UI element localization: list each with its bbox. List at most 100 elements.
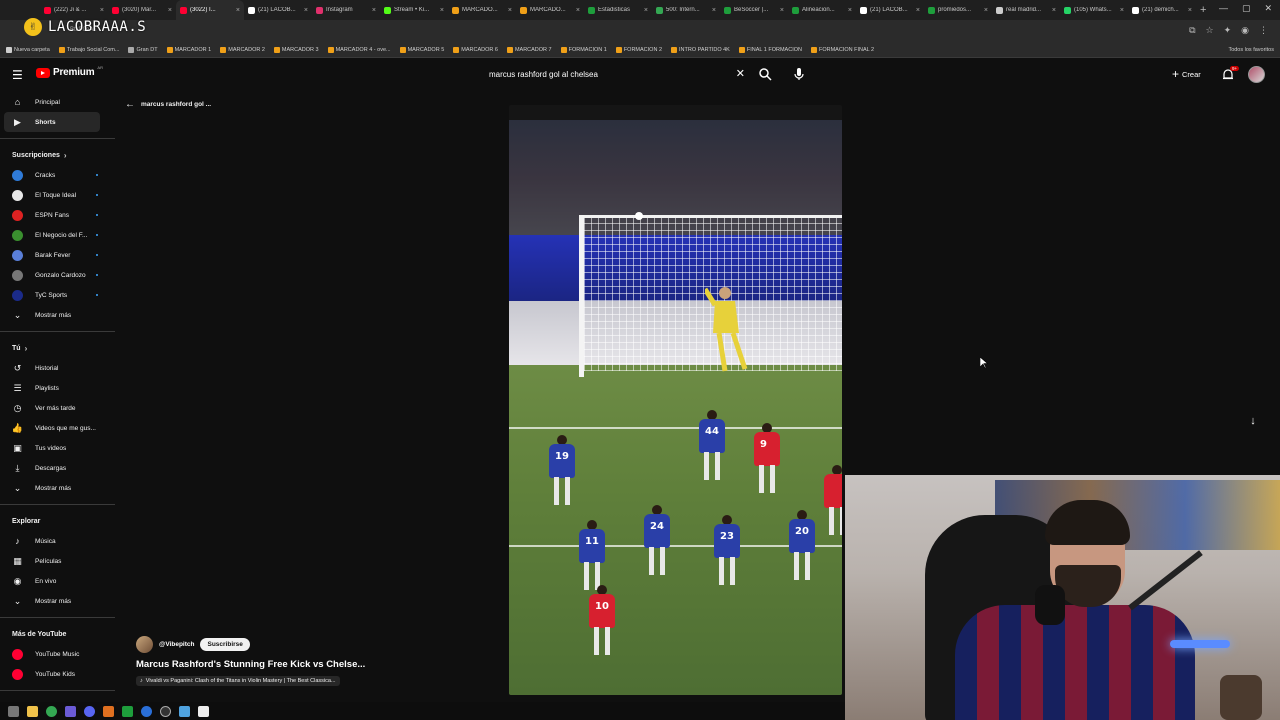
browser-tab[interactable]: Estadisticas × — [584, 0, 652, 20]
sidebar-item[interactable]: ⌄ Mostrar más — [0, 305, 115, 325]
tab-close-icon[interactable]: × — [576, 7, 580, 14]
create-button[interactable]: + Crear — [1172, 67, 1201, 81]
sidebar-item[interactable]: ⌄ Mostrar más — [0, 478, 115, 498]
tab-close-icon[interactable]: × — [440, 7, 444, 14]
bookmark-item[interactable]: Nueva carpeta — [6, 46, 50, 53]
sidebar-item[interactable]: ◉ En vivo — [0, 571, 115, 591]
sidebar-item[interactable]: ☰ Playlists — [0, 378, 115, 398]
browser-tab[interactable]: (21) LACOB... × — [856, 0, 924, 20]
bookmark-item[interactable]: MARCADOR 7 — [506, 46, 552, 53]
tab-close-icon[interactable]: × — [372, 7, 376, 14]
sidebar-item[interactable]: ♪ Música — [0, 531, 115, 551]
minimize-button[interactable]: — — [1219, 3, 1228, 14]
sidebar-item[interactable]: ◷ Ver más tarde — [0, 398, 115, 418]
folder-icon[interactable] — [27, 705, 38, 717]
browser-tab[interactable]: Alineacion... × — [788, 0, 856, 20]
sidebar-item[interactable]: ▣ Tus videos — [0, 438, 115, 458]
bookmark-item[interactable]: MARCADOR 1 — [166, 46, 211, 53]
youtube-logo[interactable]: Premium AR — [36, 65, 103, 78]
explore-header[interactable]: Explorar — [0, 511, 115, 531]
sidebar-item[interactable]: ▶ Shorts — [4, 112, 100, 132]
channel-avatar[interactable] — [136, 636, 153, 653]
search-value[interactable]: marcus rashford gol al chelsea — [489, 70, 598, 79]
sidebar-item[interactable]: ↺ Historial — [0, 358, 115, 378]
browser-tab[interactable]: (3022) I... × — [176, 0, 244, 20]
profile-icon[interactable]: ◉ — [1241, 25, 1249, 36]
search-icon[interactable] — [758, 67, 772, 81]
sidebar-item[interactable]: YouTube Music — [0, 644, 115, 664]
address-bar[interactable]: BtkP0eAk ⧉ ☆ ✦ ◉ ⋮ — [0, 20, 1280, 42]
sidebar-item[interactable]: ESPN Fans — [0, 205, 115, 225]
browser-tab[interactable]: Instagram × — [312, 0, 380, 20]
tab-close-icon[interactable]: × — [304, 7, 308, 14]
start-icon[interactable] — [8, 705, 19, 717]
tab-close-icon[interactable]: × — [712, 7, 716, 14]
bookmark-item[interactable]: FORMACION FINAL 2 — [810, 46, 874, 53]
browser-tab[interactable]: MARCADO... × — [516, 0, 584, 20]
close-window-button[interactable]: ✕ — [1264, 3, 1272, 14]
browser-tab[interactable]: Stream • Ki... × — [380, 0, 448, 20]
sidebar-item[interactable]: ⤓ Descargas — [0, 458, 115, 478]
bookmark-item[interactable]: INTRO PARTIDO 4K — [671, 46, 730, 53]
tab-close-icon[interactable]: × — [848, 7, 852, 14]
sidebar-item[interactable]: 👍 Videos que me gus... — [0, 418, 115, 438]
browser-tab[interactable]: promiedos... × — [924, 0, 992, 20]
sidebar-item[interactable]: ⌄ Mostrar más — [0, 591, 115, 611]
tab-close-icon[interactable]: × — [1120, 7, 1124, 14]
short-video-player[interactable]: 19 44 9 11 24 23 20 10 — [509, 105, 842, 695]
discord-icon[interactable] — [84, 705, 95, 717]
back-to-results[interactable]: ← marcus rashford gol ... — [125, 99, 211, 110]
tab-close-icon[interactable]: × — [168, 7, 172, 14]
short-music-chip[interactable]: ♪ Vivaldi vs Paganini: Clash of the Tita… — [136, 676, 340, 686]
browser-tab[interactable]: real madrid... × — [992, 0, 1060, 20]
bookmark-item[interactable]: FORMACION 2 — [615, 46, 662, 53]
bookmark-item[interactable]: MARCADOR 3 — [273, 46, 319, 53]
all-bookmarks[interactable]: Todos los favoritos — [1228, 47, 1274, 53]
browser-tab[interactable]: MARCADO... × — [448, 0, 516, 20]
short-title[interactable]: Marcus Rashford's Stunning Free Kick vs … — [136, 659, 365, 670]
sidebar-item[interactable]: Barak Fever — [0, 245, 115, 265]
browser-tab[interactable]: (3020) Mar... × — [108, 0, 176, 20]
sidebar-item[interactable]: TyC Sports — [0, 285, 115, 305]
extension-icon[interactable]: ✦ — [1224, 25, 1232, 36]
tab-close-icon[interactable]: × — [508, 7, 512, 14]
bookmark-item[interactable]: FORMACION 1 — [560, 46, 607, 53]
maximize-button[interactable]: ▢ — [1242, 3, 1251, 14]
bookmark-item[interactable]: Gran DT — [128, 46, 158, 53]
bookmark-item[interactable]: MARCADOR 6 — [453, 46, 498, 53]
browser-tab[interactable]: (21) LACOB... × — [244, 0, 312, 20]
you-header[interactable]: Tú › — [0, 338, 115, 358]
app-icon[interactable] — [103, 705, 114, 717]
bookmark-item[interactable]: FINAL 1 FORMACION — [738, 46, 802, 53]
tab-close-icon[interactable]: × — [644, 7, 648, 14]
sidebar-item[interactable]: ▦ Películas — [0, 551, 115, 571]
chrome-icon[interactable] — [46, 705, 57, 717]
bookmark-item[interactable]: MARCADOR 5 — [399, 46, 444, 53]
star-icon[interactable]: ☆ — [1206, 25, 1214, 36]
app-icon[interactable] — [141, 705, 152, 717]
browser-tab[interactable]: (21) demich... × — [1128, 0, 1196, 20]
app-grid-icon[interactable] — [65, 705, 76, 717]
bookmark-item[interactable]: MARCADOR 2 — [220, 46, 265, 53]
microphone-icon[interactable] — [792, 67, 806, 81]
browser-tab[interactable]: (222) Ji & ... × — [40, 0, 108, 20]
sidebar-item[interactable]: ⌂ Principal — [0, 92, 115, 112]
clear-search-icon[interactable]: ✕ — [736, 67, 745, 80]
browser-tab[interactable]: (105) Whats... × — [1060, 0, 1128, 20]
install-icon[interactable]: ⧉ — [1189, 25, 1195, 36]
search-input[interactable]: marcus rashford gol al chelsea ✕ — [481, 64, 751, 84]
tab-close-icon[interactable]: × — [916, 7, 920, 14]
account-avatar[interactable] — [1248, 66, 1265, 83]
channel-name[interactable]: @Vibepitch — [159, 641, 194, 648]
sidebar-item[interactable]: YouTube Kids — [0, 664, 115, 684]
sidebar-item[interactable]: Cracks — [0, 165, 115, 185]
more-youtube-header[interactable]: Más de YouTube — [0, 624, 115, 644]
sidebar-item[interactable]: Gonzalo Cardozo — [0, 265, 115, 285]
browser-tab[interactable]: BeSoccer |... × — [720, 0, 788, 20]
subscribe-button[interactable]: Suscribirse — [200, 638, 250, 651]
back-arrow-icon[interactable]: ← — [125, 99, 135, 110]
subscriptions-header[interactable]: Suscripciones › — [0, 145, 115, 165]
tab-close-icon[interactable]: × — [780, 7, 784, 14]
obs-icon[interactable] — [160, 705, 171, 717]
tab-close-icon[interactable]: × — [984, 7, 988, 14]
